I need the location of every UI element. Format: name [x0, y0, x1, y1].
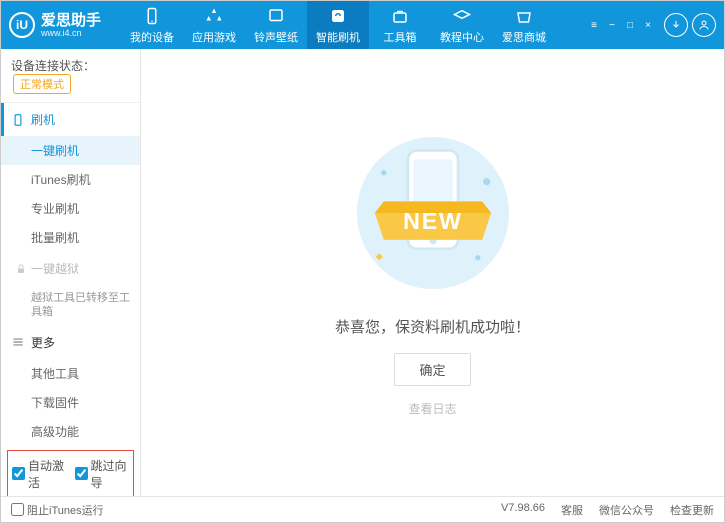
checkbox-highlight: 自动激活 跳过向导 [7, 450, 134, 496]
nav-flash[interactable]: 智能刷机 [307, 1, 369, 49]
nav-label: 应用游戏 [192, 29, 236, 45]
cat-flash[interactable]: 刷机 [1, 103, 140, 136]
nav-store[interactable]: 爱思商城 [493, 1, 555, 49]
nav-label: 爱思商城 [502, 29, 546, 45]
status-badge: 正常模式 [13, 74, 71, 94]
store-icon [514, 6, 534, 26]
nav-label: 铃声壁纸 [254, 29, 298, 45]
menu-icon [11, 335, 25, 349]
sub-advanced[interactable]: 高级功能 [1, 417, 140, 446]
cat-more[interactable]: 更多 [1, 326, 140, 359]
sub-pro-flash[interactable]: 专业刷机 [1, 194, 140, 223]
cat-label: 更多 [31, 334, 55, 351]
success-illustration: NEW [343, 128, 523, 298]
chk-auto-activate[interactable]: 自动激活 [12, 457, 67, 491]
toolbox-icon [390, 6, 410, 26]
menu-icon[interactable]: ≡ [586, 18, 602, 32]
main-content: NEW 恭喜您，保资料刷机成功啦！ 确定 查看日志 [141, 49, 724, 496]
jailbreak-hint: 越狱工具已转移至工具箱 [1, 285, 140, 326]
ok-button[interactable]: 确定 [394, 353, 470, 386]
status-label: 设备连接状态： [11, 59, 95, 73]
app-window: iU 爱思助手 www.i4.cn 我的设备 应用游戏 铃声壁纸 智能刷机 工具… [0, 0, 725, 523]
app-url: www.i4.cn [41, 28, 101, 38]
nav-my-device[interactable]: 我的设备 [121, 1, 183, 49]
app-title: 爱思助手 [41, 13, 101, 28]
user-button[interactable] [692, 13, 716, 37]
sub-batch-flash[interactable]: 批量刷机 [1, 223, 140, 252]
footer: 阻止iTunes运行 V7.98.66 客服 微信公众号 检查更新 [1, 496, 724, 522]
topbar: iU 爱思助手 www.i4.cn 我的设备 应用游戏 铃声壁纸 智能刷机 工具… [1, 1, 724, 49]
nav-label: 我的设备 [130, 29, 174, 45]
support-link[interactable]: 客服 [561, 502, 583, 518]
download-button[interactable] [664, 13, 688, 37]
phone-icon [11, 113, 25, 127]
logo: iU 爱思助手 www.i4.cn [9, 12, 101, 38]
nav-toolbox[interactable]: 工具箱 [369, 1, 431, 49]
wallpaper-icon [266, 6, 286, 26]
refresh-icon [328, 6, 348, 26]
wechat-link[interactable]: 微信公众号 [599, 502, 654, 518]
top-nav: 我的设备 应用游戏 铃声壁纸 智能刷机 工具箱 教程中心 爱思商城 [121, 1, 586, 49]
sidebar: 设备连接状态：正常模式 刷机 一键刷机 iTunes刷机 专业刷机 批量刷机 一… [1, 49, 141, 496]
update-link[interactable]: 检查更新 [670, 502, 714, 518]
graduation-icon [452, 6, 472, 26]
svg-text:NEW: NEW [403, 208, 463, 234]
apps-icon [204, 6, 224, 26]
close-icon[interactable]: × [640, 18, 656, 32]
nav-ringtones[interactable]: 铃声壁纸 [245, 1, 307, 49]
minimize-icon[interactable]: − [604, 18, 620, 32]
chk-label: 自动激活 [28, 457, 67, 491]
logo-mark: iU [9, 12, 35, 38]
nav-label: 智能刷机 [316, 29, 360, 45]
sub-oneclick-flash[interactable]: 一键刷机 [1, 136, 140, 165]
sub-other-tools[interactable]: 其他工具 [1, 359, 140, 388]
nav-label: 教程中心 [440, 29, 484, 45]
window-controls: ≡ − □ × [586, 13, 716, 37]
lock-icon [15, 263, 27, 275]
chk-label: 阻止iTunes运行 [27, 502, 104, 518]
nav-tutorials[interactable]: 教程中心 [431, 1, 493, 49]
cat-label: 刷机 [31, 111, 55, 128]
nav-apps[interactable]: 应用游戏 [183, 1, 245, 49]
chk-label: 跳过向导 [91, 457, 130, 491]
success-message: 恭喜您，保资料刷机成功啦！ [335, 316, 530, 337]
sub-itunes-flash[interactable]: iTunes刷机 [1, 165, 140, 194]
view-log-link[interactable]: 查看日志 [408, 400, 456, 417]
connection-status: 设备连接状态：正常模式 [1, 49, 140, 103]
chk-block-itunes[interactable]: 阻止iTunes运行 [11, 502, 104, 518]
phone-icon [142, 6, 162, 26]
cat-jailbreak: 一键越狱 [1, 252, 140, 285]
nav-label: 工具箱 [384, 29, 417, 45]
version-label: V7.98.66 [501, 502, 545, 518]
sub-download-firmware[interactable]: 下载固件 [1, 388, 140, 417]
maximize-icon[interactable]: □ [622, 18, 638, 32]
jailbreak-label: 一键越狱 [31, 260, 79, 277]
chk-skip-guide[interactable]: 跳过向导 [75, 457, 130, 491]
